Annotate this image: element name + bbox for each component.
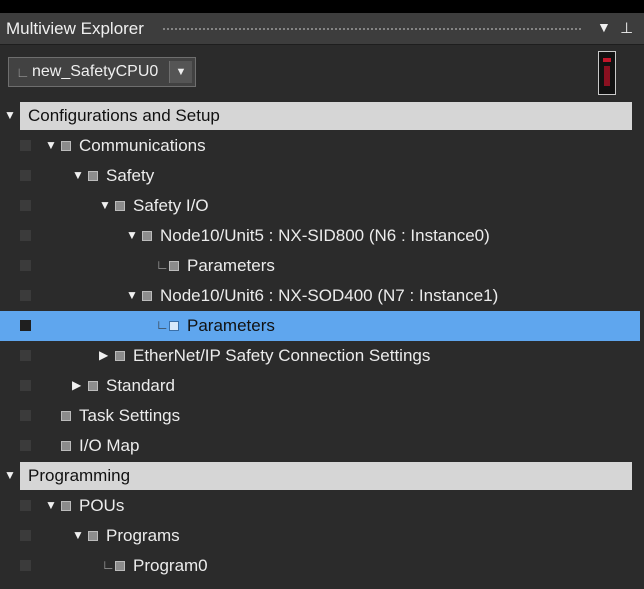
status-square (20, 560, 31, 571)
status-square (20, 320, 31, 331)
expand-arrow-icon[interactable]: ▼ (4, 468, 16, 482)
tree-item-label: Safety I/O (133, 196, 209, 215)
status-square (20, 440, 31, 451)
status-square (20, 290, 31, 301)
tree-item-label: POUs (79, 496, 125, 515)
controller-device-icon (598, 51, 616, 95)
status-square (20, 230, 31, 241)
communications-icon (61, 141, 71, 151)
tree-item-label: Program0 (133, 556, 208, 575)
program-icon (115, 561, 125, 571)
tree-item-label: Safety (106, 166, 155, 185)
panel-title: Multiview Explorer (6, 19, 144, 38)
tree-leaf-icon: ∟ (16, 64, 30, 80)
tree-item-programs[interactable]: ▼ Programs (0, 521, 640, 551)
status-square (20, 500, 31, 511)
tree-item-label: Parameters (187, 316, 275, 335)
expand-arrow-icon[interactable]: ▼ (45, 498, 57, 512)
pin-icon[interactable]: ⊥ (620, 19, 633, 37)
section-label: Configurations and Setup (28, 106, 220, 125)
io-map-icon (61, 441, 71, 451)
status-square (20, 350, 31, 361)
expand-arrow-icon[interactable]: ▼ (72, 168, 84, 182)
expand-arrow-icon[interactable]: ▼ (4, 108, 16, 122)
programs-icon (88, 531, 98, 541)
tree-item-label: Node10/Unit5 : NX-SID800 (N6 : Instance0… (160, 226, 490, 245)
chevron-down-icon[interactable]: ▼ (169, 61, 192, 83)
unit-icon (142, 291, 152, 301)
tree-connector-icon: ∟ (156, 317, 169, 332)
tree-item-safety[interactable]: ▼ Safety (0, 161, 640, 191)
tree-item-node6[interactable]: ▼ Node10/Unit6 : NX-SOD400 (N7 : Instanc… (0, 281, 640, 311)
tree-connector-icon: ∟ (156, 257, 169, 272)
expand-arrow-icon[interactable]: ▼ (72, 528, 84, 542)
expand-arrow-icon[interactable]: ▼ (126, 228, 138, 242)
tree-item-label: Programs (106, 526, 180, 545)
collapse-arrow-icon[interactable]: ▶ (72, 378, 81, 392)
tree-item-task-settings[interactable]: Task Settings (0, 401, 640, 431)
tree-connector-icon: ∟ (102, 557, 115, 572)
tree-item-node6-parameters[interactable]: ∟ Parameters (0, 311, 640, 341)
status-square (20, 170, 31, 181)
tree-item-label: I/O Map (79, 436, 140, 455)
connection-icon (115, 351, 125, 361)
expand-arrow-icon[interactable]: ▼ (99, 198, 111, 212)
parameters-icon (169, 261, 179, 271)
controller-selector-value: new_SafetyCPU0 (32, 63, 159, 80)
parameters-icon (169, 321, 179, 331)
tree-item-communications[interactable]: ▼ Communications (0, 131, 640, 161)
tree-item-label: Task Settings (79, 406, 181, 425)
status-square (20, 200, 31, 211)
tree-item-program0[interactable]: ∟ Program0 (0, 551, 640, 581)
status-square (20, 260, 31, 271)
collapse-arrow-icon[interactable]: ▶ (99, 348, 108, 362)
multiview-explorer-panel: Multiview Explorer ▼ ⊥ ∟ new_SafetyCPU0 … (0, 0, 644, 589)
tree-item-label: Node10/Unit6 : NX-SOD400 (N7 : Instance1… (160, 286, 499, 305)
tree-item-pous[interactable]: ▼ POUs (0, 491, 640, 521)
tree-item-safety-io[interactable]: ▼ Safety I/O (0, 191, 640, 221)
drag-grip[interactable] (162, 27, 582, 32)
unit-icon (142, 231, 152, 241)
expand-arrow-icon[interactable]: ▼ (45, 138, 57, 152)
tree-item-node5[interactable]: ▼ Node10/Unit5 : NX-SID800 (N6 : Instanc… (0, 221, 640, 251)
title-bar[interactable]: Multiview Explorer ▼ ⊥ (0, 13, 644, 45)
standard-icon (88, 381, 98, 391)
tree-item-io-map[interactable]: I/O Map (0, 431, 640, 461)
controller-selector[interactable]: ∟ new_SafetyCPU0 ▼ (8, 57, 196, 87)
tree-item-label: EtherNet/IP Safety Connection Settings (133, 346, 431, 365)
tree-item-ethernet-ip[interactable]: ▶ EtherNet/IP Safety Connection Settings (0, 341, 640, 371)
tree-item-label: Standard (106, 376, 175, 395)
section-programming[interactable]: ▼ Programming (0, 461, 644, 491)
status-square (20, 410, 31, 421)
safety-io-icon (115, 201, 125, 211)
dropdown-icon[interactable]: ▼ (597, 19, 611, 35)
top-strip (0, 0, 644, 13)
status-square (20, 380, 31, 391)
expand-arrow-icon[interactable]: ▼ (126, 288, 138, 302)
safety-icon (88, 171, 98, 181)
tree-item-label: Parameters (187, 256, 275, 275)
tree-item-node5-parameters[interactable]: ∟ Parameters (0, 251, 640, 281)
task-settings-icon (61, 411, 71, 421)
tree-item-standard[interactable]: ▶ Standard (0, 371, 640, 401)
status-square (20, 530, 31, 541)
tree-item-label: Communications (79, 136, 206, 155)
section-label: Programming (28, 466, 131, 485)
pous-icon (61, 501, 71, 511)
status-square (20, 140, 31, 151)
section-configurations-setup[interactable]: ▼ Configurations and Setup (0, 101, 644, 131)
